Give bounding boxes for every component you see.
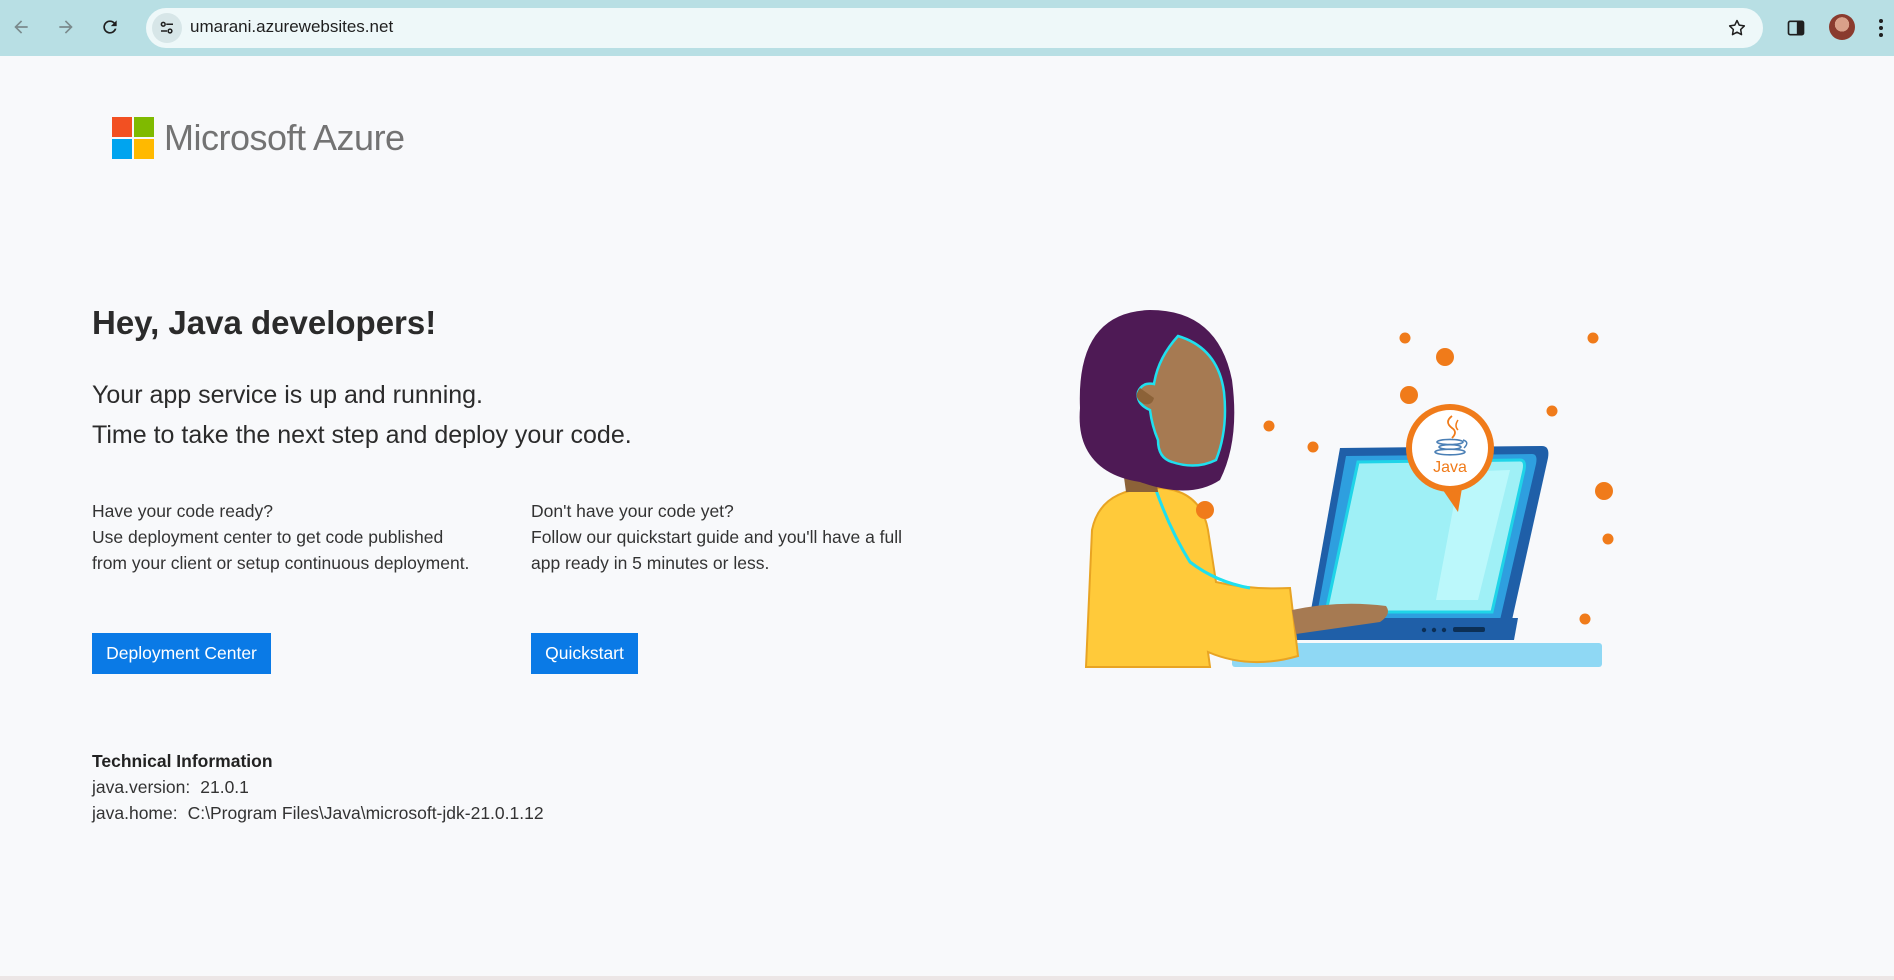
menu-dot-icon xyxy=(1879,19,1883,23)
decor-dot-shape xyxy=(1579,613,1591,625)
logo-square-yellow xyxy=(134,139,154,159)
tune-icon xyxy=(160,21,173,34)
side-panel-icon xyxy=(1787,20,1805,36)
java-home-label: java.home: xyxy=(92,803,178,823)
person-sweater-shape xyxy=(1084,486,1300,668)
decor-dot-shape xyxy=(1436,348,1454,366)
logo-square-green xyxy=(134,117,154,137)
back-button[interactable] xyxy=(4,10,38,44)
page-title: Hey, Java developers! xyxy=(92,304,437,341)
java-home-row: java.home: C:\Program Files\Java\microsof… xyxy=(92,803,544,824)
decor-dot-shape xyxy=(1595,482,1613,500)
logo-square-blue xyxy=(112,139,132,159)
url-text[interactable]: umarani.azurewebsites.net xyxy=(190,17,393,37)
quickstart-button[interactable]: Quickstart xyxy=(531,633,638,674)
microsoft-logo-icon xyxy=(112,117,154,159)
logo-text: Microsoft Azure xyxy=(164,117,405,158)
decor-dot-shape xyxy=(1587,332,1599,344)
decor-dot-shape xyxy=(1400,386,1418,404)
laptop-dot-shape xyxy=(1441,627,1447,633)
laptop-dot-shape xyxy=(1421,627,1427,633)
decor-dot-shape xyxy=(1307,441,1319,453)
decor-dot-shape xyxy=(1602,533,1614,545)
browser-menu-button[interactable] xyxy=(1872,14,1890,42)
logo-square-red xyxy=(112,117,132,137)
laptop-slot-shape xyxy=(1453,627,1485,632)
java-version-value: 21.0.1 xyxy=(200,777,249,797)
reload-button[interactable] xyxy=(93,10,127,44)
technical-info-title: Technical Information xyxy=(92,751,273,771)
browser-toolbar: umarani.azurewebsites.net xyxy=(0,0,1894,56)
menu-dot-icon xyxy=(1879,33,1883,37)
decor-dot-shape xyxy=(1399,332,1411,344)
deploy-question: Have your code ready? xyxy=(92,501,273,521)
deploy-description: Use deployment center to get code publis… xyxy=(92,527,470,573)
java-version-label: java.version: xyxy=(92,777,191,797)
decor-dot-shape xyxy=(1546,405,1558,417)
deployment-center-button[interactable]: Deployment Center xyxy=(92,633,271,674)
address-bar[interactable]: umarani.azurewebsites.net xyxy=(146,8,1763,48)
microsoft-azure-logo: Microsoft Azure xyxy=(112,117,405,159)
quickstart-section: Don't have your code yet? Follow our qui… xyxy=(531,498,911,576)
quickstart-description: Follow our quickstart guide and you'll h… xyxy=(531,527,903,573)
subtitle-line-2: Time to take the next step and deploy yo… xyxy=(92,421,632,449)
arrow-right-icon xyxy=(59,20,73,34)
forward-button[interactable] xyxy=(49,10,83,44)
subtitle-line-1: Your app service is up and running. xyxy=(92,381,484,409)
profile-avatar[interactable] xyxy=(1829,14,1855,40)
menu-dot-icon xyxy=(1879,26,1883,30)
laptop-dot-shape xyxy=(1431,627,1437,633)
java-version-row: java.version: 21.0.1 xyxy=(92,777,249,798)
site-info-button[interactable] xyxy=(152,13,182,43)
decor-dot-shape xyxy=(1263,420,1275,432)
star-icon xyxy=(1728,19,1746,36)
side-panel-button[interactable] xyxy=(1782,14,1810,42)
java-badge-text: Java xyxy=(1433,459,1467,476)
java-home-value: C:\Program Files\Java\microsoft-jdk-21.0… xyxy=(187,803,544,823)
bookmark-button[interactable] xyxy=(1723,14,1751,42)
quickstart-question: Don't have your code yet? xyxy=(531,501,734,521)
reload-icon xyxy=(103,20,117,34)
developer-illustration: Java xyxy=(1079,310,1614,668)
arrow-left-icon xyxy=(14,20,28,34)
bottom-strip xyxy=(0,976,1894,980)
decor-dot-shape xyxy=(1196,501,1214,519)
deploy-section: Have your code ready? Use deployment cen… xyxy=(92,498,472,576)
